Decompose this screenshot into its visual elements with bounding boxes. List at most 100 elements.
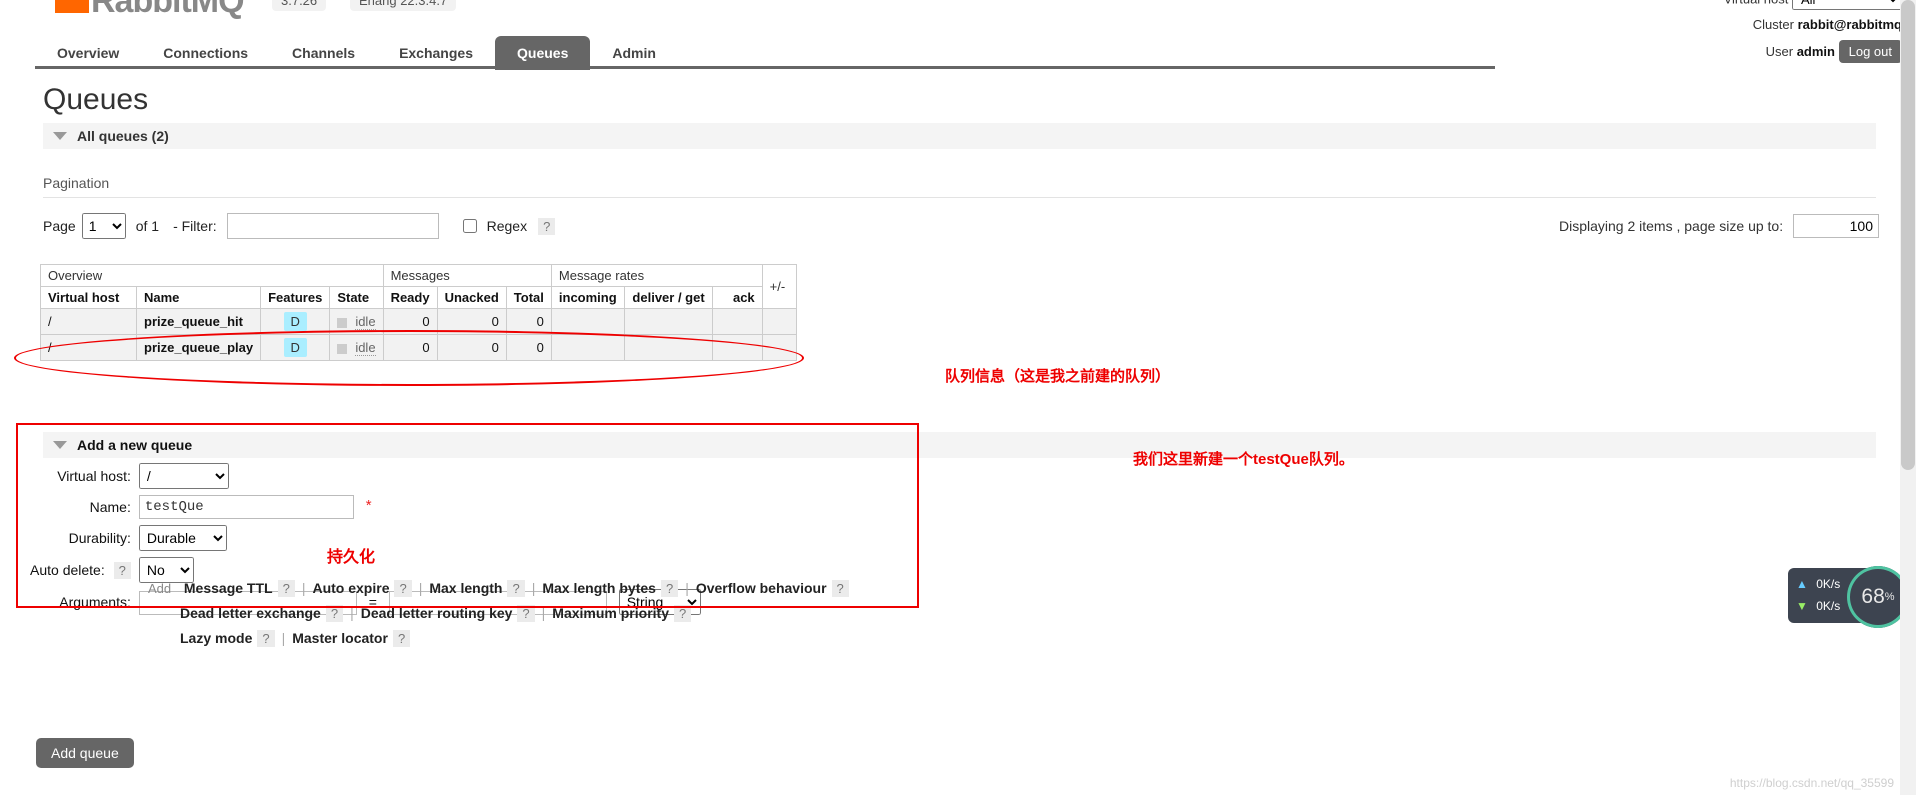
column-header-ack[interactable]: ack [711,286,763,309]
durable-badge: D [283,312,307,331]
page-of-label: of 1 [135,218,160,234]
annotation-new-queue: 我们这里新建一个testQue队列。 [1133,451,1354,468]
pagination-controls: Page 1 of 1 - Filter: Regex ? Displaying… [43,212,1916,240]
cell-ready: 0 [382,334,438,361]
cpu-usage-unit: % [1884,591,1895,603]
main-content: Queues All queues (2) Pagination Page 1 … [0,70,1916,361]
vhost-row: Virtual host All [1724,0,1902,10]
group-header-0: Overview [40,264,384,287]
filter-label: - Filter: [173,218,217,234]
preset-master-locator[interactable]: Master locator [292,630,388,646]
displaying-text: Displaying 2 items , page size up to: [1558,218,1784,234]
app-header: RabbitMQ TM 3.7.26 Erlang 22.3.4.7 Virtu… [0,0,1916,70]
column-header-state[interactable]: State [329,286,384,309]
user-value: admin [1796,44,1835,59]
chevron-down-icon[interactable] [53,132,67,140]
watermark-text: https://blog.csdn.net/qq_35599 [1729,776,1894,790]
cell-deliver-get [623,308,713,335]
group-header-1: Messages [382,264,552,287]
logout-button[interactable]: Log out [1838,40,1902,63]
page-select[interactable]: 1 [81,213,126,239]
cell-unacked: 0 [436,308,507,335]
rabbitmq-logo[interactable]: RabbitMQ TM [55,0,259,21]
regex-help-icon[interactable]: ? [538,217,556,235]
help-icon[interactable]: ? [392,630,411,647]
pagination-label: Pagination [43,175,110,191]
download-speed-value: 0K/s [1816,599,1841,613]
nav-item-connections[interactable]: Connections [141,36,270,70]
preset-group-3: Lazy mode? | Master locator? [180,626,908,651]
column-header-deliver-get[interactable]: deliver / get [623,286,713,309]
state-text: idle [355,340,376,356]
scrollbar-thumb[interactable] [1901,0,1915,470]
filter-input[interactable] [226,213,439,239]
add-queue-highlight-box [16,423,919,608]
queue-name-link[interactable]: prize_queue_play [135,334,262,361]
cell-spacer [761,334,797,361]
group-header-2: Message rates [550,264,763,287]
column-header-total[interactable]: Total [505,286,552,309]
cell-unacked: 0 [436,334,507,361]
column-header-features[interactable]: Features [260,286,331,309]
displaying-info: Displaying 2 items , page size up to: [1559,214,1879,238]
column-header-unacked[interactable]: Unacked [436,286,507,309]
nav-item-exchanges[interactable]: Exchanges [377,36,495,70]
regex-checkbox[interactable] [462,219,477,233]
cell-state: idle [329,308,384,335]
preset-separator: | [281,630,286,646]
all-queues-section-header[interactable]: All queues (2) [43,123,1876,149]
arrow-up-icon: ▲ [1796,577,1808,591]
cell-vhost: / [40,334,137,361]
state-text: idle [355,314,376,330]
preset-lazy-mode[interactable]: Lazy mode [180,630,252,646]
header-right-panel: Virtual host All Cluster rabbit@rabbitmq… [1724,0,1902,68]
nav-item-queues[interactable]: Queues [495,36,591,70]
page-scrollbar[interactable] [1900,0,1916,795]
group-header-row: Overview Messages Message rates +/- [40,264,797,309]
state-indicator-icon [337,317,348,328]
nav-item-channels[interactable]: Channels [270,36,377,70]
column-header-ready[interactable]: Ready [382,286,438,309]
nav-item-overview[interactable]: Overview [35,36,141,70]
nav-item-admin[interactable]: Admin [590,36,678,70]
toggle-columns-button[interactable]: +/- [761,264,797,309]
queue-name-link[interactable]: prize_queue_hit [135,308,262,335]
queues-table-body: / prize_queue_hit Didle 0 0 0/prize_queue_pla… [40,308,797,361]
cluster-value: rabbit@rabbitmq [1797,17,1902,32]
table-row[interactable]: / prize_queue_hit Didle 0 0 0 [40,308,797,335]
regex-label: Regex [486,218,528,234]
annotation-durable: 持久化 [327,549,376,566]
erlang-version-badge: Erlang 22.3.4.7 [350,0,457,11]
cell-state: idle [329,334,384,361]
arrow-down-icon: ▼ [1796,599,1808,613]
column-header-virtual-host[interactable]: Virtual host [40,286,137,309]
durable-badge: D [283,338,307,357]
nav-underline [35,66,1495,69]
cell-ready: 0 [382,308,438,335]
vhost-label: Virtual host [1724,0,1789,7]
cluster-label: Cluster [1752,17,1794,32]
upload-speed-value: 0K/s [1816,577,1841,591]
cell-ack [711,334,763,361]
user-label: User [1765,44,1794,59]
table-row[interactable]: / prize_queue_play Didle 0 0 0 [40,334,797,361]
cell-features: D [260,334,331,361]
cell-total: 0 [505,334,552,361]
add-queue-button[interactable]: Add queue [36,738,134,768]
page-size-input[interactable] [1793,214,1879,238]
all-queues-label: All queues (2) [77,128,169,144]
column-header-incoming[interactable]: incoming [550,286,625,309]
page-title: Queues [43,83,149,116]
state-indicator-icon [337,343,348,354]
column-header-row: Virtual host Name Features State Ready Unacke… [40,286,797,309]
cpu-usage-value: 68 [1861,585,1885,608]
vhost-select[interactable]: All [1792,0,1902,10]
rabbitmq-logo-icon [55,0,89,13]
cell-incoming [550,334,625,361]
logo-text: RabbitMQ [91,0,245,20]
cluster-row: Cluster rabbit@rabbitmq [1724,15,1902,35]
help-icon[interactable]: ? [257,630,275,647]
cell-features: D [260,308,331,335]
column-header-name[interactable]: Name [135,286,262,309]
cell-incoming [550,308,625,335]
